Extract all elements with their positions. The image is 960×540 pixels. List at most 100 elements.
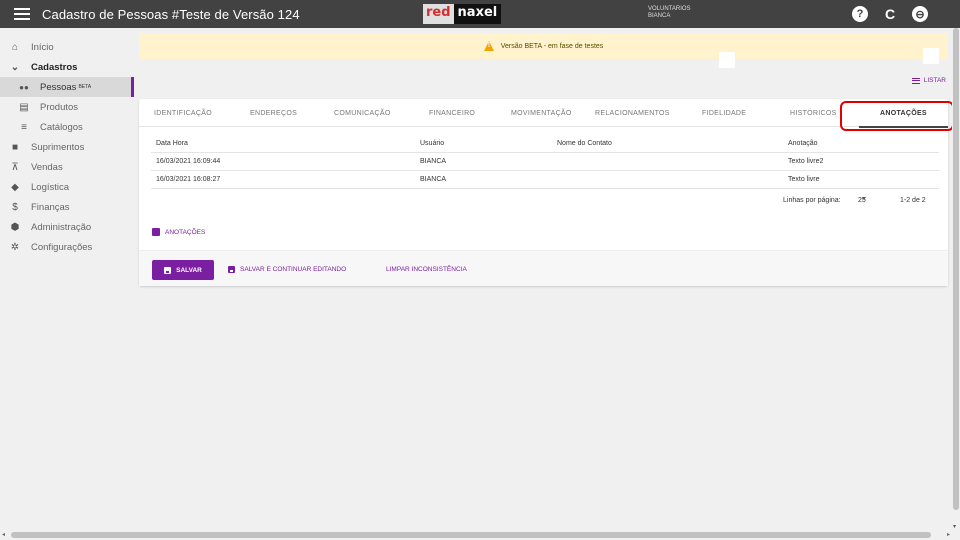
listar-button[interactable]: LISTAR [911,77,946,84]
save-icon [164,266,172,274]
sidebar-item-label: Finanças [31,201,70,213]
gear-icon: ✲ [10,241,20,253]
banner-text: Versão BETA - em fase de testes [500,42,604,50]
save-button[interactable]: SALVAR [152,260,214,280]
sidebar-item-label: Início [31,41,54,53]
table-cell: 16/03/2021 16:08:27 [156,176,221,183]
home-icon: ⌂ [11,41,19,53]
warning-icon [483,41,495,51]
save-continue-label: SALVAR E CONTINUAR EDITANDO [240,266,347,273]
user-info: VOLUNTARIOS BIANCA [648,6,691,20]
column-header[interactable]: Nome do Contato [557,140,612,147]
list-icon: ≡ [21,121,27,133]
chevron-down-icon: ⌄ [10,61,20,73]
company-logo: red naxel [423,4,502,24]
highlight-annotation [840,101,954,131]
sidebar-item-configuracoes[interactable]: ✲ Configurações [0,237,134,257]
sidebar-item-cadastros[interactable]: ⌄ Cadastros [0,57,134,77]
action-bar: SALVAR SALVAR E CONTINUAR EDITANDO LIMPA… [139,250,948,286]
blank-square [719,52,735,68]
save-and-continue-button[interactable]: SALVAR E CONTINUAR EDITANDO [228,266,346,273]
table-cell: Texto livre [788,176,820,183]
table-cell: Texto livre2 [788,158,824,165]
anotacoes-link-label: ANOTAÇÕES [165,228,206,236]
column-header[interactable]: Data Hora [156,140,188,147]
sidebar-item-produtos[interactable]: ▤ Produtos [0,97,134,117]
tab-movimentacao[interactable]: MOVIMENTAÇÃO [511,110,572,117]
sidebar: ⌂ Início ⌄ Cadastros ●● Pessoas BETA ▤ Pr… [0,28,134,530]
help-icon[interactable]: ? [852,6,868,22]
sidebar-item-vendas[interactable]: ⊼ Vendas [0,157,134,177]
sidebar-item-pessoas[interactable]: ●● Pessoas BETA [0,77,134,97]
sidebar-item-label: Catálogos [40,121,83,133]
vertical-scrollbar[interactable]: ▾ [952,28,960,530]
tab-comunicacao[interactable]: COMUNICAÇÃO [334,110,391,117]
sidebar-item-inicio[interactable]: ⌂ Início [0,37,134,57]
tab-identificacao[interactable]: IDENTIFICAÇÃO [154,110,212,117]
sidebar-item-label: Administração [31,221,92,233]
sidebar-item-financas[interactable]: $ Finanças [0,197,134,217]
sidebar-item-logistica[interactable]: ◆ Logística [0,177,134,197]
anotacoes-table: Data Hora Usuário Nome do Contato Anotaç… [151,135,939,189]
user-name: BIANCA [648,13,671,19]
save-label: SALVAR [176,266,202,274]
sidebar-item-label: Logística [31,181,70,193]
scroll-down-icon[interactable]: ▾ [953,523,956,530]
table-row[interactable]: 16/03/2021 16:08:27 BIANCA Texto livre [151,171,939,189]
tab-historicos[interactable]: HISTÓRICOS [790,110,837,117]
sidebar-item-label: Cadastros [31,61,78,73]
save-icon [228,266,235,273]
shield-icon: ⬢ [10,221,20,233]
directions-icon: ◆ [11,181,19,193]
sidebar-item-suprimentos[interactable]: ■ Suprimentos [0,137,134,157]
beta-warning-banner: Versão BETA - em fase de testes [139,33,948,59]
sidebar-item-catalogos[interactable]: ≡ Catálogos [0,117,134,137]
sidebar-item-label: Vendas [31,161,63,173]
account-icon[interactable]: ⊖ [912,6,928,22]
table-cell: BIANCA [420,158,447,165]
people-icon: ●● [19,82,29,92]
table-row[interactable]: 16/03/2021 16:09:44 BIANCA Texto livre2 [151,153,939,171]
list-icon [911,77,920,84]
tab-bar: IDENTIFICAÇÃO ENDEREÇOS COMUNICAÇÃO FINA… [139,99,948,127]
table-cell: BIANCA [420,176,447,183]
caret-down-icon [862,197,866,200]
beta-badge: BETA [78,84,92,90]
sidebar-item-administracao[interactable]: ⬢ Administração [0,217,134,237]
clear-inconsistency-button[interactable]: LIMPAR INCONSISTÊNCIA [386,266,467,273]
tab-enderecos[interactable]: ENDEREÇOS [250,110,297,117]
horizontal-scrollbar[interactable]: ◂ ▸ [0,530,952,540]
book-icon: ▤ [19,101,29,113]
refresh-icon[interactable]: C [882,6,898,22]
app-bar: Cadastro de Pessoas #Teste de Versão 124… [0,0,960,28]
page-title: Cadastro de Pessoas #Teste de Versão 124 [42,6,300,22]
scrollbar-thumb[interactable] [953,28,959,510]
rows-per-page-label: Linhas por página: [783,197,841,204]
dollar-icon: $ [12,201,18,213]
sidebar-item-label: Produtos [40,101,79,113]
anotacoes-section-link[interactable]: ANOTAÇÕES [152,228,205,236]
tab-financeiro[interactable]: FINANCEIRO [429,110,475,117]
scroll-right-icon[interactable]: ▸ [947,531,950,538]
sidebar-item-label: Suprimentos [31,141,85,153]
clear-label: LIMPAR INCONSISTÊNCIA [386,266,467,273]
cart-icon: ⊼ [11,161,19,173]
listar-label: LISTAR [923,77,946,84]
note-icon [152,228,160,236]
main-card: IDENTIFICAÇÃO ENDEREÇOS COMUNICAÇÃO FINA… [139,99,948,286]
column-header[interactable]: Usuário [420,140,444,147]
blank-square [923,48,939,64]
table-cell: 16/03/2021 16:09:44 [156,158,221,165]
hamburger-menu-icon[interactable] [14,8,30,20]
column-header[interactable]: Anotação [788,140,818,147]
sidebar-item-label: Pessoas [40,81,77,93]
scroll-left-icon[interactable]: ◂ [2,531,5,538]
pagination-range: 1-2 de 2 [900,197,926,204]
tab-relacionamentos[interactable]: RELACIONAMENTOS [595,110,670,117]
org-name: VOLUNTARIOS [648,6,691,12]
scrollbar-thumb[interactable] [11,532,931,538]
tab-fidelidade[interactable]: FIDELIDADE [702,110,746,117]
briefcase-icon: ■ [11,141,19,153]
table-header-row: Data Hora Usuário Nome do Contato Anotaç… [151,135,939,153]
sidebar-item-label: Configurações [31,241,93,253]
